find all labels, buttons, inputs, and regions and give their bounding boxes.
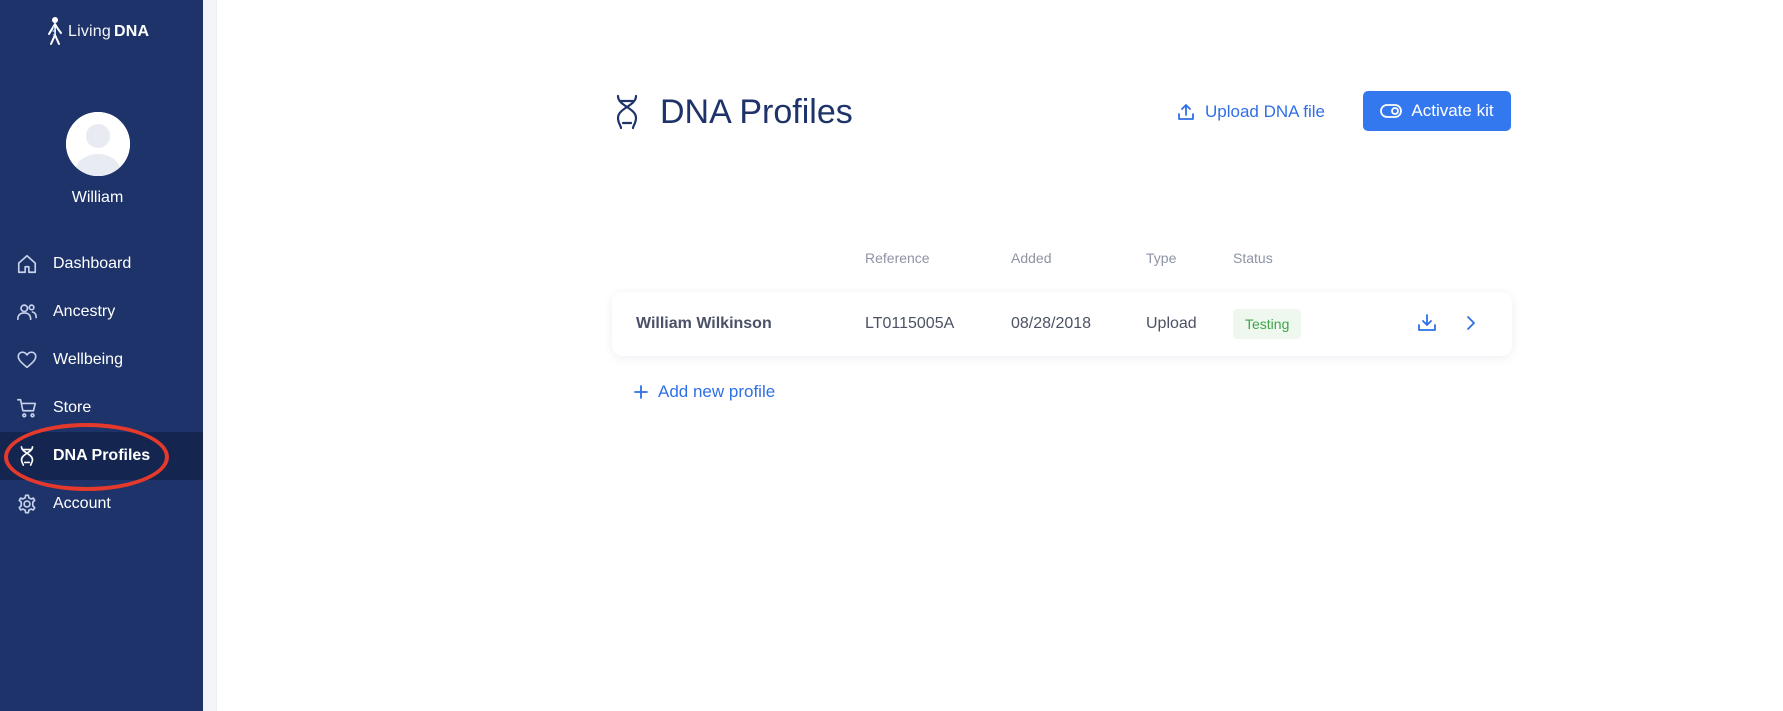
upload-dna-file-button[interactable]: Upload DNA file — [1176, 97, 1325, 127]
page-title: DNA Profiles — [660, 92, 853, 131]
logo-figure-icon — [48, 17, 62, 45]
people-icon — [17, 304, 37, 321]
plus-icon — [634, 385, 648, 399]
sidebar-item-label: Ancestry — [53, 303, 116, 320]
download-icon[interactable] — [1416, 312, 1438, 334]
profile-name: William Wilkinson — [636, 315, 772, 332]
upload-icon — [1178, 104, 1194, 120]
sidebar-nav: Dashboard Ancestry Wellbeing Store DNA P… — [0, 240, 203, 528]
sidebar-item-account[interactable]: Account — [0, 480, 203, 528]
heart-icon — [17, 351, 37, 369]
gear-icon — [18, 494, 36, 514]
sidebar-item-label: DNA Profiles — [53, 447, 151, 464]
page-header: DNA Profiles Upload DNA file Activate ki… — [612, 88, 1512, 136]
user-name: William — [71, 189, 124, 206]
upload-dna-file-label: Upload DNA file — [1205, 102, 1326, 121]
profile-added-date: 08/28/2018 — [1011, 315, 1092, 332]
sidebar-divider — [203, 0, 217, 711]
activate-kit-label: Activate kit — [1411, 101, 1494, 120]
add-new-profile-button[interactable]: Add new profile — [633, 380, 775, 404]
sidebar-item-label: Account — [53, 495, 111, 512]
add-new-profile-label: Add new profile — [658, 382, 776, 401]
profile-type: Upload — [1146, 315, 1197, 332]
table-row[interactable]: William Wilkinson LT0115005A 08/28/2018 … — [612, 292, 1512, 356]
column-header-type: Type — [1146, 250, 1177, 266]
sidebar-item-wellbeing[interactable]: Wellbeing — [0, 336, 203, 384]
profile-reference: LT0115005A — [865, 315, 955, 332]
sidebar-item-store[interactable]: Store — [0, 384, 203, 432]
dna-icon — [20, 446, 34, 466]
logo-text: Living DNA — [68, 23, 149, 41]
column-header-reference: Reference — [865, 250, 930, 266]
user-silhouette-icon — [66, 112, 130, 176]
sidebar-item-label: Wellbeing — [53, 351, 123, 368]
home-icon — [17, 254, 37, 274]
profiles-table-header: Reference Added Type Status — [612, 250, 1512, 270]
toggle-icon — [1380, 104, 1403, 118]
sidebar-item-ancestry[interactable]: Ancestry — [0, 288, 203, 336]
page-title-group: DNA Profiles — [612, 88, 853, 136]
sidebar: Living DNA William Dashboard Ancestry We… — [0, 0, 203, 711]
cart-icon — [17, 398, 37, 418]
sidebar-item-label: Dashboard — [53, 255, 132, 272]
logo-text-dna: DNA — [114, 23, 150, 40]
sidebar-item-label: Store — [53, 399, 92, 416]
sidebar-item-dna-profiles[interactable]: DNA Profiles — [0, 432, 203, 480]
sidebar-item-dashboard[interactable]: Dashboard — [0, 240, 203, 288]
living-dna-logo[interactable]: Living DNA — [44, 16, 149, 48]
column-header-status: Status — [1233, 250, 1273, 266]
chevron-right-icon[interactable] — [1460, 312, 1482, 334]
activate-kit-button[interactable]: Activate kit — [1363, 91, 1511, 131]
avatar[interactable] — [66, 112, 130, 176]
column-header-added: Added — [1011, 250, 1052, 266]
logo-text-living: Living — [68, 23, 112, 40]
dna-icon — [616, 94, 638, 130]
status-badge: Testing — [1233, 309, 1302, 339]
